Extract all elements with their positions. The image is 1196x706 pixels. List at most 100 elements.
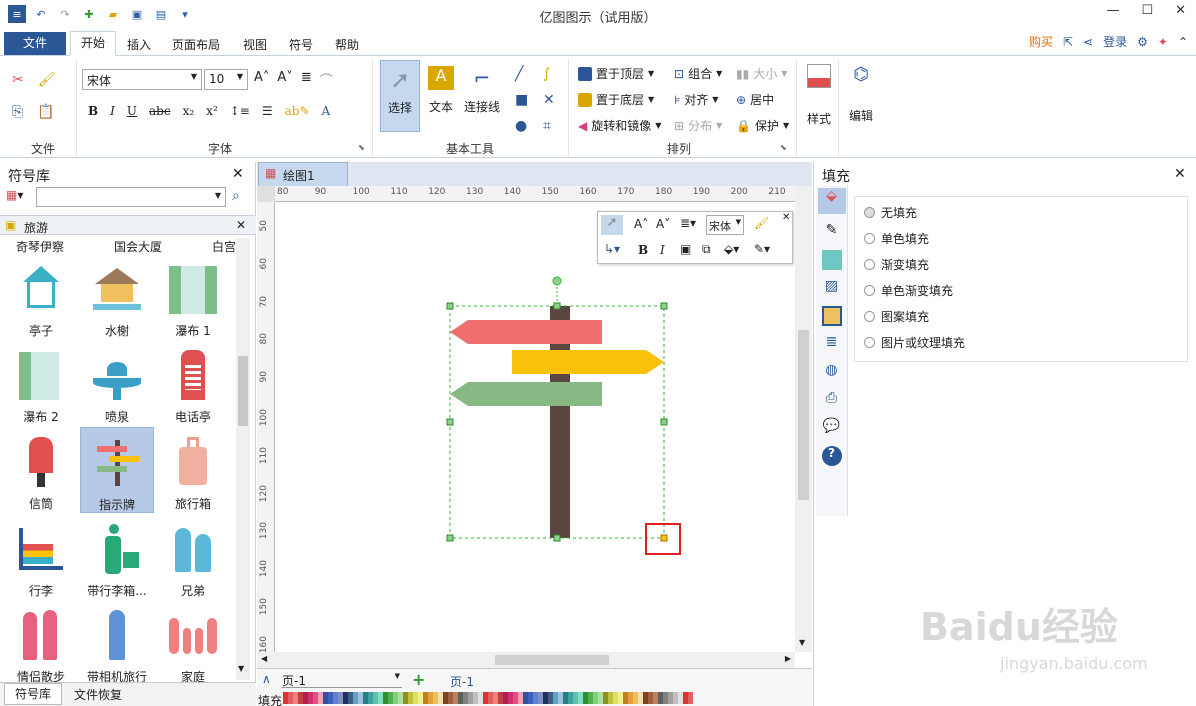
maximize-icon[interactable]: ☐ [1141,3,1153,18]
tab-file-recovery[interactable]: 文件恢复 [74,686,122,703]
symbol-fountain[interactable]: 喷泉 [80,340,154,426]
resize-handle[interactable] [553,302,561,310]
symbol-water-pavilion[interactable]: 水榭 [80,254,154,340]
ellipse-tool-icon[interactable]: ● [515,118,535,134]
mini-bold-button[interactable]: B [638,243,648,257]
center-button[interactable]: ⊕ 居中 [736,91,789,108]
library-search-input[interactable]: ▼ [36,187,226,207]
tab-symbol-library[interactable]: 符号库 [4,683,62,705]
symbol-waterfall-1[interactable]: 瀑布 1 [156,254,230,340]
symbol-luggage[interactable]: 行李 [4,514,78,600]
tab-home[interactable]: 开始 [70,31,116,56]
connector-tool-button[interactable]: ⌐ 连接线 [462,60,502,132]
bring-front-button[interactable]: 置于顶层 ▼ [578,65,661,82]
document-tab[interactable]: ▦ 绘图1 [258,162,348,186]
symbol-suitcase[interactable]: 旅行箱 [156,427,230,513]
brand-icon[interactable]: ✦ [1158,35,1168,49]
curve-tool-icon[interactable]: ∫ [543,66,563,82]
resize-handle[interactable] [660,302,668,310]
share-icon[interactable]: ⇱ [1063,35,1073,49]
expand-page-icon[interactable]: ∧ [262,672,271,686]
tab-insert[interactable]: 插入 [127,36,151,53]
category-header[interactable]: ▣ 旅游 ✕ [0,215,256,235]
signpost-shape[interactable] [440,270,680,560]
crop-tool-icon[interactable]: ⌗ [543,118,563,134]
line-spacing-icon[interactable]: ↕≡ [230,104,250,118]
font-dialog-launcher-icon[interactable]: ⬊ [358,143,365,152]
rotation-handle[interactable] [552,276,562,286]
tab-page-layout[interactable]: 页面布局 [172,36,220,53]
select-tool-button[interactable]: ➚ 选择 [380,60,420,132]
page-tab[interactable]: 页-1 [450,673,474,690]
attachment-property-icon[interactable]: ⎙ [822,390,842,410]
symbol-mailbox[interactable]: 信筒 [4,427,78,513]
resize-handle[interactable] [446,302,454,310]
mini-align-icon[interactable]: ≣▾ [680,216,696,230]
fill-property-icon[interactable]: ⬙ [817,188,846,214]
symbol-phone-booth[interactable]: 电话亭 [156,340,230,426]
page-select[interactable]: 页-1 ▼ [282,672,402,688]
font-color-icon[interactable]: A [322,104,331,118]
resize-handle[interactable] [553,534,561,542]
symbol-waterfall-2[interactable]: 瀑布 2 [4,340,78,426]
rectangle-tool-icon[interactable]: ■ [515,92,535,108]
crosshair-tool-icon[interactable]: ✕ [543,92,563,108]
mini-select-icon[interactable]: ➚ [601,215,623,235]
color-swatch[interactable] [688,692,693,704]
symbol-person-with-suitcase[interactable]: 带行李箱... [80,514,154,600]
line-tool-icon[interactable]: ╱ [515,66,535,82]
page-property-icon[interactable]: ≣ [822,334,842,354]
symbol-family[interactable]: 家庭 [156,600,230,686]
mini-fill-icon[interactable]: ⬙▾ [724,242,739,256]
bold-button[interactable]: B [88,104,98,118]
mini-front-icon[interactable]: ▣ [680,242,691,256]
resize-handle[interactable] [446,418,454,426]
social-share-icon[interactable]: ⋖ [1083,35,1093,49]
symbol-pavilion[interactable]: 亭子 [4,254,78,340]
symbol-camera-traveler[interactable]: 带相机旅行 [80,600,154,686]
settings-icon[interactable]: ⚙ [1137,35,1148,49]
minimize-icon[interactable]: — [1106,3,1119,18]
buy-link[interactable]: 购买 [1029,33,1053,50]
font-family-select[interactable]: 宋体 ▼ [82,69,202,90]
style-button[interactable]: 样式 [804,64,834,127]
format-painter-icon[interactable]: 🖌 [38,72,56,88]
bullets-icon[interactable]: ☰ [262,104,273,118]
align-icon[interactable]: ≣ [301,70,312,89]
arrange-dialog-launcher-icon[interactable]: ⬊ [780,143,787,152]
close-icon[interactable]: ✕ [1175,3,1186,18]
copy-icon[interactable]: ⎘ [12,104,23,120]
send-back-button[interactable]: 置于底层 ▼ [578,91,661,108]
group-button[interactable]: ⊡ 组合 ▼ [674,65,722,82]
font-size-select[interactable]: 10 ▼ [204,69,248,90]
align-button[interactable]: ⊧ 对齐 ▼ [674,91,722,108]
mini-connector-icon[interactable]: ↳▾ [604,242,620,256]
tab-help[interactable]: 帮助 [335,36,359,53]
superscript-button[interactable]: x² [206,104,218,118]
symbol-signpost[interactable]: 指示牌 [80,427,154,513]
mini-font-select[interactable]: 宋体 ▼ [706,215,744,235]
fill-option-picture[interactable]: 图片或纹理填充 [864,329,965,355]
layer-property-icon[interactable] [821,306,842,326]
protect-button[interactable]: 🔒 保护 ▼ [736,117,789,134]
text-tool-button[interactable]: A 文本 [424,60,458,132]
mini-line-icon[interactable]: ✎▾ [754,242,770,256]
distribute-button[interactable]: ⊞ 分布 ▼ [674,117,722,134]
subscript-button[interactable]: x₂ [183,104,195,118]
mini-close-icon[interactable]: ✕ [782,212,790,223]
file-menu[interactable]: 文件 [4,32,66,55]
help-icon[interactable]: ? [821,446,842,466]
library-scroll-thumb[interactable] [238,356,248,426]
scroll-right-icon[interactable]: ▶ [785,654,791,663]
image-property-icon[interactable]: ▨ [822,278,842,298]
canvas-horizontal-scrollbar[interactable]: ◀ ▶ [257,652,795,668]
paste-icon[interactable]: 📋 [37,104,54,120]
library-scrollbar[interactable]: ▼ [236,238,250,680]
shadow-property-icon[interactable] [821,250,842,270]
resize-handle[interactable] [446,534,454,542]
add-page-icon[interactable]: + [412,670,425,689]
scroll-down-icon[interactable]: ▼ [238,664,244,673]
fill-option-none[interactable]: 无填充 [864,199,965,225]
tab-symbols[interactable]: 符号 [289,36,313,53]
edit-button[interactable]: ⌬ 编辑 [846,64,876,124]
